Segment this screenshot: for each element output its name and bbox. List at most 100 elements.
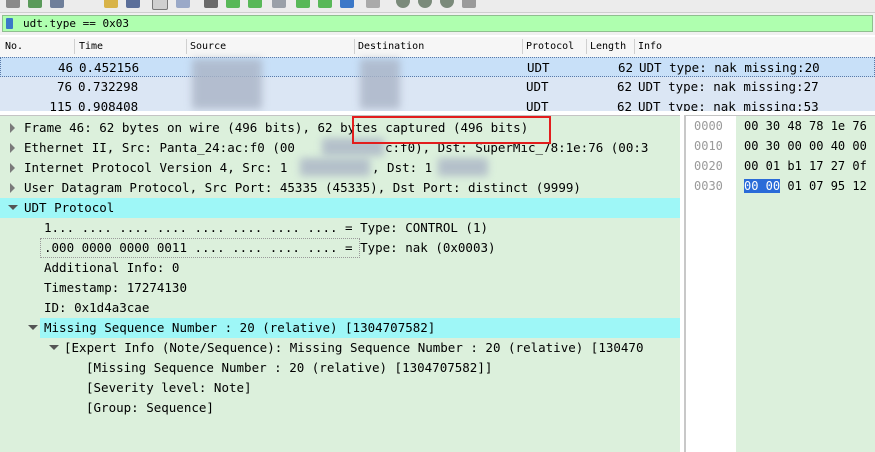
detail-text: Internet Protocol Version 4, Src: 1 <box>24 160 288 175</box>
packet-bytes-pane[interactable]: 0000 00 30 48 78 1e 76 0010 00 30 00 00 … <box>684 115 875 452</box>
hex-bytes-group[interactable]: 00 00 01 07 95 12 <box>744 179 867 193</box>
detail-expert-info[interactable]: [Expert Info (Note/Sequence): Missing Se… <box>0 338 680 358</box>
detail-expert-missing-seq[interactable]: [Missing Sequence Number : 20 (relative)… <box>0 358 680 378</box>
packet-info: UDT type: nak missing:53 <box>638 99 819 111</box>
colorize-icon[interactable] <box>366 0 380 8</box>
go-forward-icon[interactable] <box>248 0 262 8</box>
first-packet-icon[interactable] <box>296 0 310 8</box>
collapse-arrow-icon[interactable] <box>49 345 59 350</box>
column-divider[interactable] <box>186 39 187 54</box>
hex-bytes[interactable]: 00 30 48 78 1e 76 <box>744 119 867 133</box>
packet-row[interactable]: 76 0.732298 UDT 62 UDT type: nak missing… <box>0 77 875 97</box>
redacted-ip-src <box>300 158 370 176</box>
column-header-length[interactable]: Length <box>590 41 626 52</box>
column-header-protocol[interactable]: Protocol <box>526 41 574 52</box>
restart-capture-icon[interactable] <box>28 0 42 8</box>
detail-group[interactable]: [Group: Sequence] <box>0 398 680 418</box>
column-divider[interactable] <box>586 39 587 54</box>
packet-list-header: No. Time Source Destination Protocol Len… <box>0 37 875 58</box>
go-to-packet-icon[interactable] <box>272 0 286 8</box>
packet-time: 0.452156 <box>79 60 140 75</box>
open-file-icon[interactable] <box>104 0 118 8</box>
hex-bytes[interactable]: 00 01 b1 17 27 0f <box>744 159 867 173</box>
packet-row[interactable]: 46 0.452156 UDT 62 UDT type: nak missing… <box>0 57 875 77</box>
column-header-no[interactable]: No. <box>5 41 23 52</box>
find-packet-icon[interactable] <box>204 0 218 8</box>
packet-details-pane[interactable]: Frame 46: 62 bytes on wire (496 bits), 6… <box>0 115 680 452</box>
detail-text: 1... .... .... .... .... .... .... .... … <box>44 220 489 235</box>
packet-list[interactable]: No. Time Source Destination Protocol Len… <box>0 37 875 111</box>
collapse-arrow-icon[interactable] <box>28 325 38 330</box>
detail-frame[interactable]: Frame 46: 62 bytes on wire (496 bits), 6… <box>0 118 680 138</box>
hex-bytes[interactable]: 01 07 95 12 <box>787 179 866 193</box>
packet-length: 62 <box>616 99 632 111</box>
detail-text-continued: , Dst: 1 <box>372 160 433 175</box>
hex-row: 0020 00 01 b1 17 27 0f <box>694 159 867 179</box>
hex-offset: 0000 <box>694 119 723 133</box>
column-divider[interactable] <box>74 39 75 54</box>
packet-no: 76 <box>56 79 72 94</box>
display-filter-text[interactable]: udt.type == 0x03 <box>23 17 129 30</box>
packet-time: 0.908408 <box>78 99 139 111</box>
detail-udt-type-bit[interactable]: 1... .... .... .... .... .... .... .... … <box>0 218 680 238</box>
zoom-in-icon[interactable] <box>396 0 410 8</box>
hex-bytes[interactable]: 00 30 00 00 40 00 <box>744 139 867 153</box>
detail-text: ID: 0x1d4a3cae <box>44 300 150 315</box>
last-packet-icon[interactable] <box>318 0 332 8</box>
expand-arrow-icon[interactable] <box>10 163 15 173</box>
display-filter-input[interactable]: udt.type == 0x03 <box>2 15 873 32</box>
detail-missing-seq[interactable]: Missing Sequence Number : 20 (relative) … <box>28 318 680 338</box>
autoscroll-icon[interactable] <box>340 0 354 8</box>
hex-row: 0030 00 00 01 07 95 12 <box>694 179 867 199</box>
packet-info: UDT type: nak missing:20 <box>639 60 820 75</box>
redacted-source <box>192 59 262 109</box>
column-divider[interactable] <box>634 39 635 54</box>
detail-text: [Group: Sequence] <box>86 400 214 415</box>
collapse-arrow-icon[interactable] <box>8 205 18 210</box>
column-header-info[interactable]: Info <box>638 41 662 52</box>
hex-offset: 0010 <box>694 139 723 153</box>
normal-size-icon[interactable] <box>440 0 454 8</box>
expand-arrow-icon[interactable] <box>10 183 15 193</box>
zoom-out-icon[interactable] <box>418 0 432 8</box>
detail-text: Ethernet II, Src: Panta_24:ac:f0 (00 <box>24 140 295 155</box>
capture-options-icon[interactable] <box>50 0 64 8</box>
packet-protocol: UDT <box>526 79 549 94</box>
save-file-icon[interactable] <box>126 0 140 8</box>
reload-icon[interactable] <box>176 0 190 8</box>
detail-timestamp[interactable]: Timestamp: 17274130 <box>0 278 680 298</box>
go-back-icon[interactable] <box>226 0 240 8</box>
close-file-icon[interactable] <box>152 0 168 10</box>
expand-arrow-icon[interactable] <box>10 143 15 153</box>
hex-offset: 0030 <box>694 179 723 193</box>
hex-row: 0010 00 30 00 00 40 00 <box>694 139 867 159</box>
detail-udt-protocol[interactable]: UDT Protocol <box>0 198 680 218</box>
packet-info: UDT type: nak missing:27 <box>638 79 819 94</box>
hex-row: 0000 00 30 48 78 1e 76 <box>694 119 867 139</box>
packet-row[interactable]: 115 0.908408 UDT 62 UDT type: nak missin… <box>0 97 875 111</box>
filter-bookmark-icon[interactable] <box>6 18 13 29</box>
display-filter-bar: udt.type == 0x03 <box>0 13 875 35</box>
hex-selected-bytes[interactable]: 00 00 <box>744 179 781 193</box>
packet-protocol: UDT <box>527 60 550 75</box>
resize-columns-icon[interactable] <box>462 0 476 8</box>
packet-no: 115 <box>49 99 72 111</box>
column-header-destination[interactable]: Destination <box>358 41 424 52</box>
detail-text: UDT Protocol <box>24 200 115 215</box>
column-header-source[interactable]: Source <box>190 41 226 52</box>
packet-protocol: UDT <box>526 99 549 111</box>
detail-additional-info[interactable]: Additional Info: 0 <box>0 258 680 278</box>
column-divider[interactable] <box>522 39 523 54</box>
detail-severity[interactable]: [Severity level: Note] <box>0 378 680 398</box>
stop-capture-icon[interactable] <box>6 0 20 8</box>
detail-text: User Datagram Protocol, Src Port: 45335 … <box>24 180 581 195</box>
expand-arrow-icon[interactable] <box>10 123 15 133</box>
column-divider[interactable] <box>354 39 355 54</box>
detail-text: Missing Sequence Number : 20 (relative) … <box>44 320 436 335</box>
main-toolbar <box>0 0 875 13</box>
detail-udp[interactable]: User Datagram Protocol, Src Port: 45335 … <box>0 178 680 198</box>
column-header-time[interactable]: Time <box>79 41 103 52</box>
detail-id[interactable]: ID: 0x1d4a3cae <box>0 298 680 318</box>
packet-length: 62 <box>616 79 632 94</box>
detail-text: Timestamp: 17274130 <box>44 280 187 295</box>
